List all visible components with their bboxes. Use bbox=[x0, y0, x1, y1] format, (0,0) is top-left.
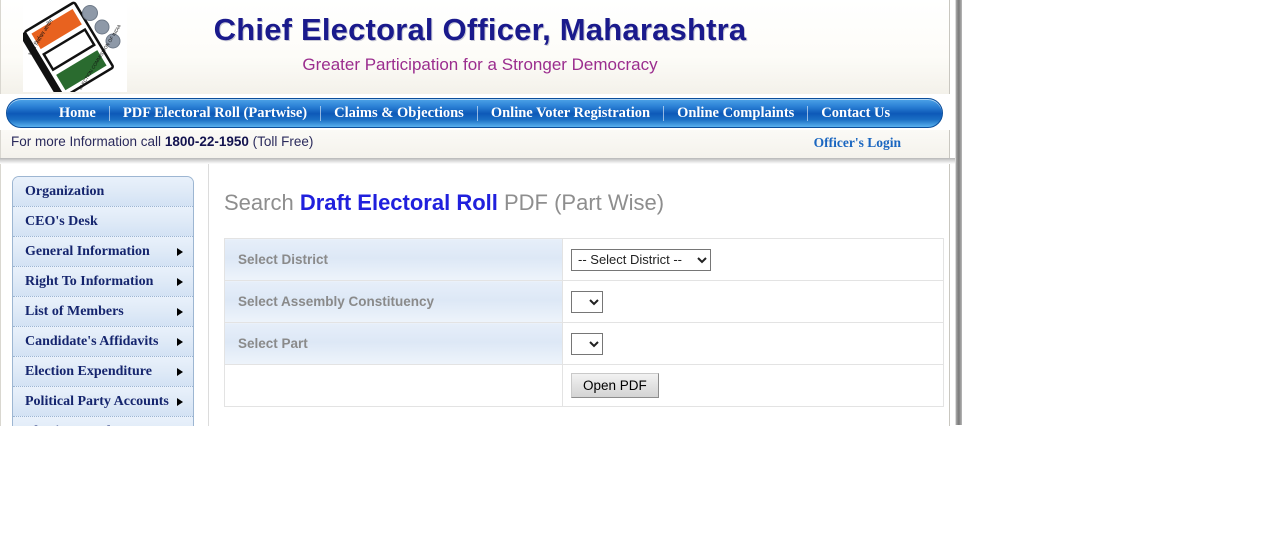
sidebar-item-candidate-s-affidavits[interactable]: Candidate's Affidavits bbox=[13, 327, 193, 357]
header-title-block: Chief Electoral Officer, Maharashtra Gre… bbox=[127, 12, 833, 75]
sidebar-main-divider bbox=[208, 164, 209, 426]
form-row: Select Assembly Constituency bbox=[224, 280, 944, 323]
form-control-cell: -- Select District -- bbox=[562, 238, 944, 281]
sidebar-item-organization[interactable]: Organization bbox=[13, 177, 193, 207]
info-suffix: (Toll Free) bbox=[252, 134, 314, 149]
nav-item-claims-objections[interactable]: Claims & Objections bbox=[321, 105, 477, 122]
nav-item-pdf-electoral-roll-partwise[interactable]: PDF Electoral Roll (Partwise) bbox=[110, 105, 320, 122]
sidebar-item-label: Right To Information bbox=[25, 273, 154, 289]
sidebar-item-election-results[interactable]: Election Results bbox=[13, 417, 193, 426]
body-area: Organization CEO's Desk General Informatio… bbox=[0, 164, 950, 426]
info-strip: For more Information call 1800-22-1950 (… bbox=[0, 130, 950, 158]
form-row: Select District -- Select District -- bbox=[224, 238, 944, 281]
main-navigation: Home PDF Electoral Roll (Partwise) Claims … bbox=[6, 98, 943, 128]
page-title: Search Draft Electoral Roll PDF (Part Wi… bbox=[224, 190, 944, 216]
sidebar-item-election-expenditure[interactable]: Election Expenditure bbox=[13, 357, 193, 387]
toll-free-info: For more Information call 1800-22-1950 (… bbox=[11, 134, 313, 149]
officers-login-link[interactable]: Officer's Login bbox=[814, 135, 901, 151]
open-pdf-button[interactable]: Open PDF bbox=[571, 373, 659, 398]
sidebar-menu: Organization CEO's Desk General Informatio… bbox=[12, 176, 194, 426]
page-right-edge bbox=[955, 0, 962, 425]
nav-item-contact-us[interactable]: Contact Us bbox=[808, 105, 903, 122]
sidebar-item-ceo-s-desk[interactable]: CEO's Desk bbox=[13, 207, 193, 237]
sidebar-item-label: Political Party Accounts bbox=[25, 393, 169, 409]
select-assembly-constituency-select[interactable] bbox=[571, 290, 603, 313]
sidebar-item-political-party-accounts[interactable]: Political Party Accounts bbox=[13, 387, 193, 417]
sidebar-item-label: Candidate's Affidavits bbox=[25, 333, 159, 349]
form-label-cell-empty bbox=[224, 364, 563, 407]
site-title: Chief Electoral Officer, Maharashtra bbox=[213, 12, 747, 47]
chevron-right-icon bbox=[177, 247, 183, 256]
main-content: Search Draft Electoral Roll PDF (Part Wi… bbox=[224, 190, 944, 407]
site-tagline: Greater Participation for a Stronger Dem… bbox=[302, 54, 658, 74]
nav-item-online-complaints[interactable]: Online Complaints bbox=[664, 105, 807, 122]
sidebar-item-label: Election Results bbox=[25, 424, 171, 426]
election-commission-of-india-logo-icon: भारत निर्वाचन आयोग ELECTION COMMISSION O… bbox=[23, 1, 122, 92]
page-title-highlight: Draft Electoral Roll bbox=[299, 190, 498, 215]
form-row: Select Part bbox=[224, 322, 944, 365]
select-part-select[interactable] bbox=[571, 332, 603, 355]
sidebar-item-label: General Information bbox=[25, 243, 150, 259]
sidebar-item-list-of-members[interactable]: List of Members bbox=[13, 297, 193, 327]
form-row: Open PDF bbox=[224, 364, 944, 407]
chevron-right-icon bbox=[177, 307, 183, 316]
chevron-right-icon bbox=[177, 367, 183, 376]
form-control-cell bbox=[562, 280, 944, 323]
info-prefix: For more Information call bbox=[11, 134, 162, 149]
sidebar-item-right-to-information[interactable]: Right To Information bbox=[13, 267, 193, 297]
select-district-select[interactable]: -- Select District -- bbox=[571, 248, 711, 271]
chevron-right-icon bbox=[177, 277, 183, 286]
toll-free-number: 1800-22-1950 bbox=[164, 134, 249, 149]
sidebar-item-label: Election Expenditure bbox=[25, 363, 152, 379]
sidebar-item-label: Organization bbox=[25, 183, 105, 199]
nav-item-online-voter-registration[interactable]: Online Voter Registration bbox=[478, 105, 663, 122]
sidebar-item-general-information[interactable]: General Information bbox=[13, 237, 193, 267]
sidebar-item-label: CEO's Desk bbox=[25, 213, 98, 229]
search-form-table: Select District -- Select District -- Sele… bbox=[224, 238, 944, 407]
form-control-cell bbox=[562, 322, 944, 365]
sidebar-item-label: List of Members bbox=[25, 303, 124, 319]
page-title-suffix: PDF (Part Wise) bbox=[497, 190, 665, 215]
chevron-right-icon bbox=[177, 397, 183, 406]
form-label-cell: Select District bbox=[224, 238, 563, 281]
form-label-cell: Select Part bbox=[224, 322, 563, 365]
eci-logo: भारत निर्वाचन आयोग ELECTION COMMISSION O… bbox=[23, 0, 127, 92]
form-control-cell: Open PDF bbox=[562, 364, 944, 407]
page-title-prefix: Search bbox=[224, 190, 300, 215]
site-header: भारत निर्वाचन आयोग ELECTION COMMISSION O… bbox=[0, 0, 950, 94]
page-container: भारत निर्वाचन आयोग ELECTION COMMISSION O… bbox=[0, 0, 962, 426]
form-label-cell: Select Assembly Constituency bbox=[224, 280, 563, 323]
nav-item-home[interactable]: Home bbox=[46, 105, 109, 122]
chevron-right-icon bbox=[177, 337, 183, 346]
